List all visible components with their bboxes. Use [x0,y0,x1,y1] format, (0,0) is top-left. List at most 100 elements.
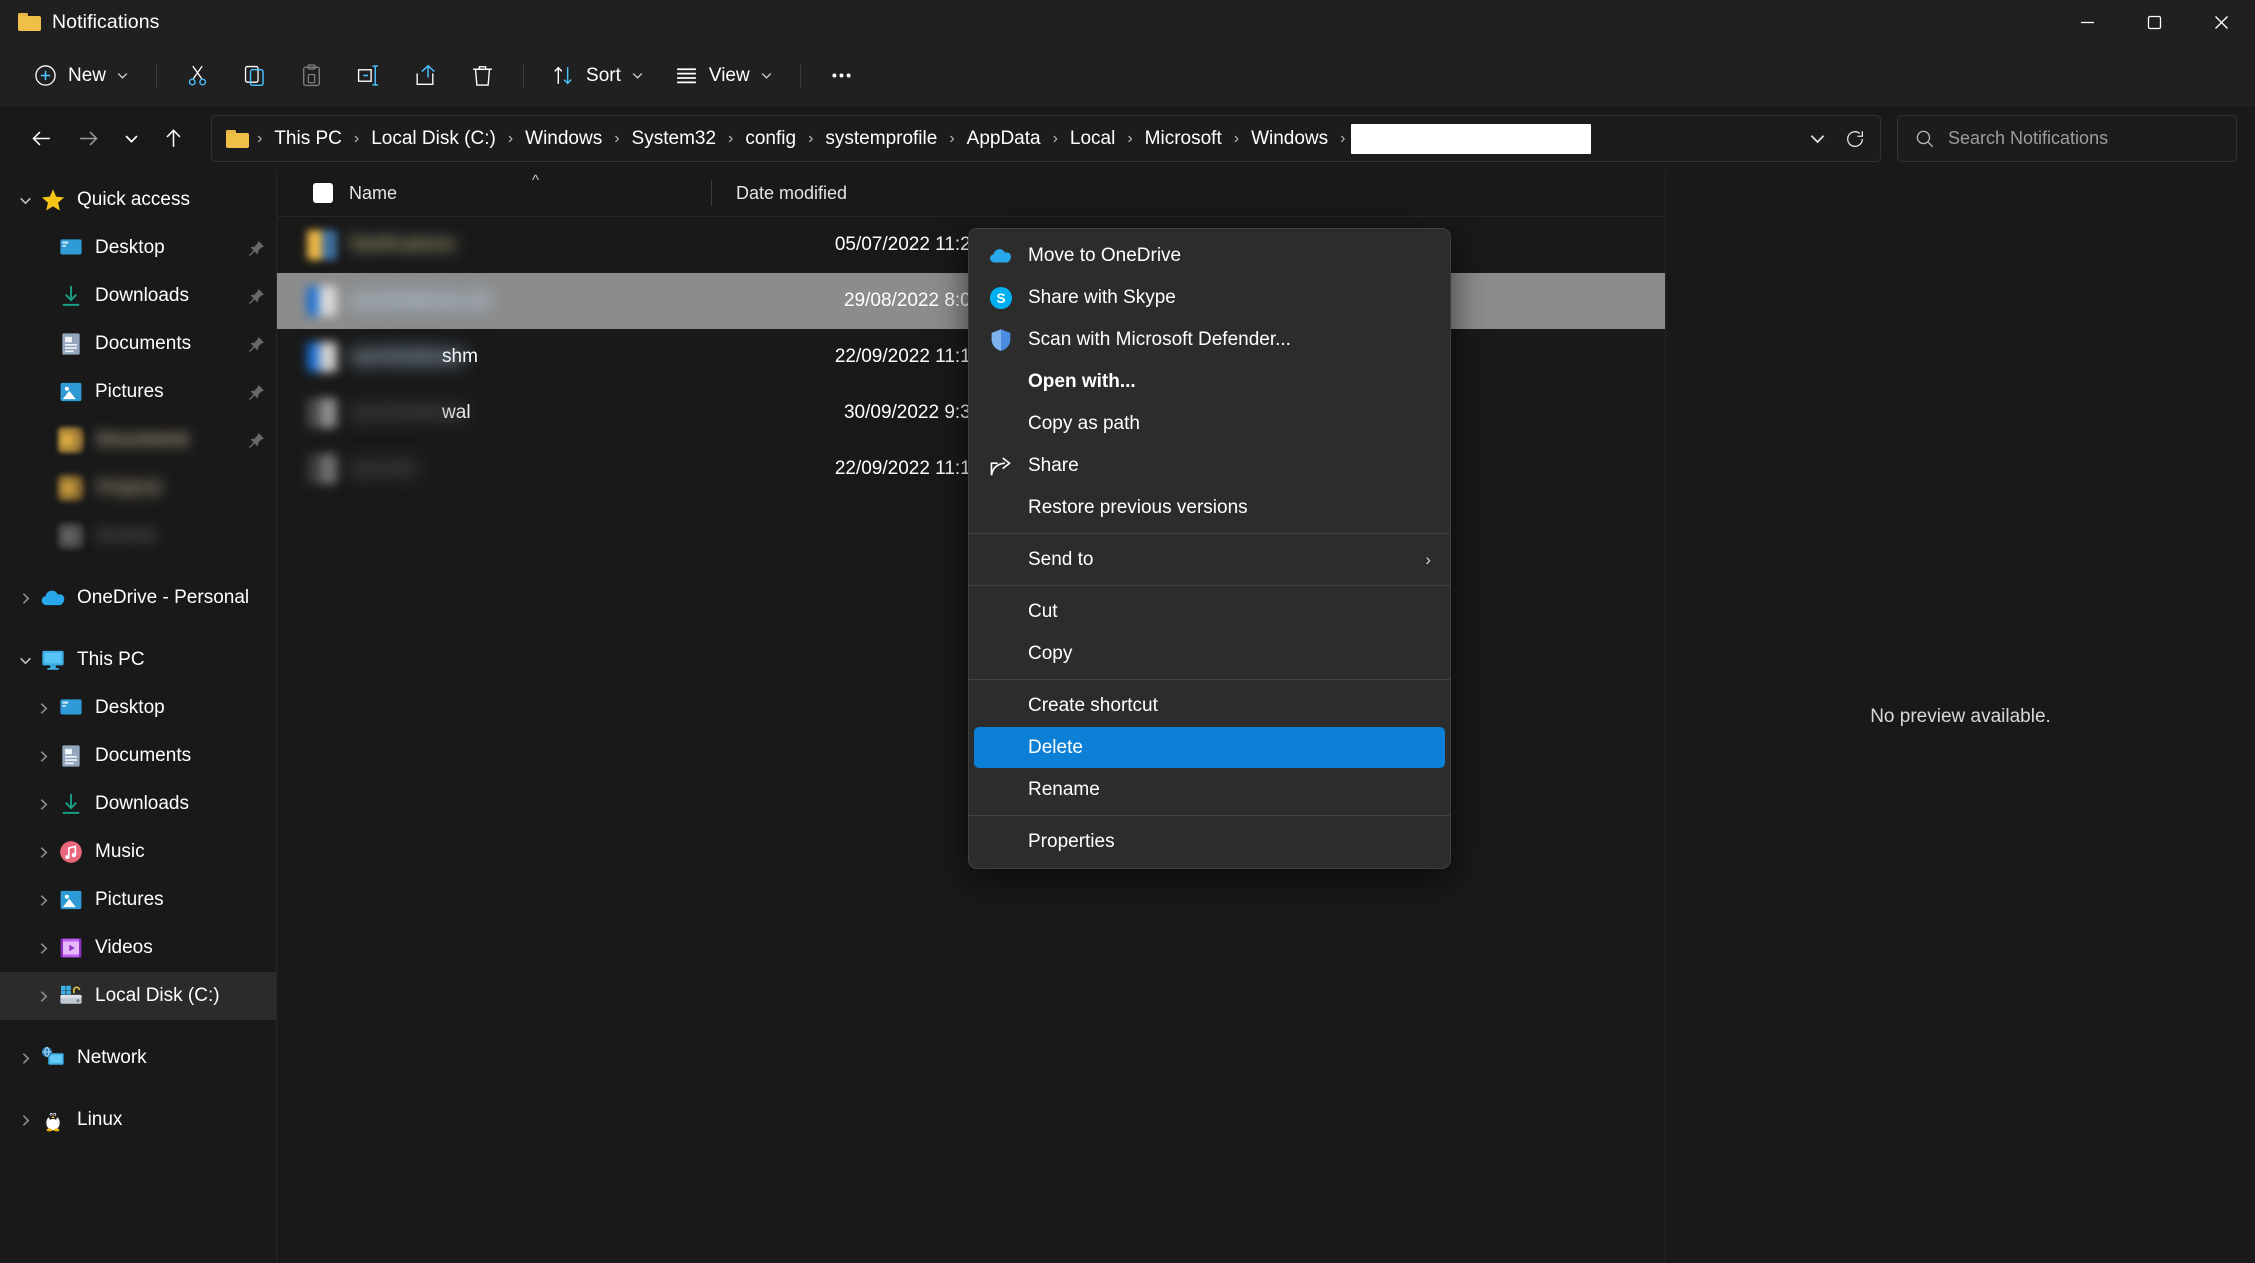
pin-icon[interactable] [247,383,266,402]
sidebar-item-quick-access[interactable]: Quick access [0,176,276,224]
context-menu-item-delete[interactable]: Delete [974,727,1445,768]
pin-icon[interactable] [247,335,266,354]
sidebar-label-documents: Documents [95,745,191,767]
context-menu-item-restore-previous-versions[interactable]: Restore previous versions [974,487,1445,528]
expander-placeholder [28,521,58,551]
breadcrumb-item-windows[interactable]: Windows [517,123,610,155]
sidebar-item-redacted-2[interactable]: Projects [0,464,276,512]
clipboard-icon [299,63,324,88]
sidebar-item-documents-qa[interactable]: Documents [0,320,276,368]
downloads-icon [58,791,84,817]
forward-button[interactable] [65,115,112,162]
view-icon [674,63,699,88]
close-button[interactable] [2188,0,2255,44]
delete-button[interactable] [454,52,511,99]
context-menu-item-share-with-skype[interactable]: S Share with Skype [974,277,1445,318]
up-button[interactable] [150,115,197,162]
column-headers: ^ Name Date modified [277,170,1665,217]
select-all-checkbox[interactable] [313,183,333,203]
minimize-button[interactable] [2054,0,2121,44]
search-input[interactable]: Search Notifications [1948,128,2108,149]
file-name-cell: wpndatabase.db [277,286,711,316]
rename-button[interactable] [340,52,397,99]
address-dropdown-button[interactable] [1798,120,1836,158]
chevron-right-icon[interactable] [10,583,40,613]
breadcrumb[interactable]: › This PC › Local Disk (C:) › Windows › … [211,115,1881,162]
sidebar-item-onedrive[interactable]: OneDrive - Personal [0,574,276,622]
sidebar-item-documents[interactable]: Documents [0,732,276,780]
sidebar-item-downloads[interactable]: Downloads [0,780,276,828]
breadcrumb-item-local[interactable]: Local [1062,123,1123,155]
sidebar-item-desktop[interactable]: Desktop [0,684,276,732]
context-menu-item-cut[interactable]: Cut [974,591,1445,632]
sidebar-item-redacted-3[interactable]: Archive [0,512,276,560]
network-icon [40,1045,66,1071]
sidebar-item-desktop-qa[interactable]: Desktop [0,224,276,272]
context-menu-item-share[interactable]: Share [974,445,1445,486]
context-menu-item-create-shortcut[interactable]: Create shortcut [974,685,1445,726]
breadcrumb-item-this-pc[interactable]: This PC [266,123,350,155]
context-menu-item-send-to[interactable]: Send to › [974,539,1445,580]
chevron-down-icon[interactable] [10,185,40,215]
copy-button[interactable] [226,52,283,99]
sort-button[interactable]: Sort [536,52,659,99]
context-menu-item-copy[interactable]: Copy [974,633,1445,674]
paste-button[interactable] [283,52,340,99]
chevron-right-icon[interactable] [10,1105,40,1135]
column-header-name[interactable]: Name [277,183,711,204]
pin-icon[interactable] [247,287,266,306]
sidebar-item-downloads-qa[interactable]: Downloads [0,272,276,320]
sidebar-item-redacted-1[interactable]: Documents [0,416,276,464]
breadcrumb-item-appdata[interactable]: AppData [959,123,1049,155]
share-button[interactable] [397,52,454,99]
submenu-chevron-icon: › [1425,550,1431,570]
breadcrumb-item-microsoft[interactable]: Microsoft [1137,123,1230,155]
refresh-button[interactable] [1836,120,1874,158]
expander-placeholder [28,281,58,311]
context-menu-item-move-to-onedrive[interactable]: Move to OneDrive [974,235,1445,276]
toolbar: New [0,44,2255,107]
sidebar-item-this-pc[interactable]: This PC [0,636,276,684]
chevron-right-icon[interactable] [28,933,58,963]
chevron-right-icon[interactable] [28,885,58,915]
breadcrumb-item-local-disk[interactable]: Local Disk (C:) [363,123,504,155]
breadcrumb-item-system32[interactable]: System32 [624,123,724,155]
maximize-button[interactable] [2121,0,2188,44]
chevron-right-icon[interactable] [28,693,58,723]
breadcrumb-item-systemprofile[interactable]: systemprofile [817,123,945,155]
sidebar-item-local-disk-c[interactable]: Local Disk (C:) [0,972,276,1020]
context-menu-item-rename[interactable]: Rename [974,769,1445,810]
chevron-right-icon[interactable] [28,981,58,1011]
sidebar-item-linux[interactable]: Linux [0,1096,276,1144]
breadcrumb-item-windows-2[interactable]: Windows [1243,123,1336,155]
chevron-down-icon[interactable] [10,645,40,675]
new-button[interactable]: New [18,52,144,99]
icon-placeholder [988,829,1014,855]
folder-icon [58,475,84,501]
sidebar-item-videos[interactable]: Videos [0,924,276,972]
chevron-right-icon[interactable] [28,837,58,867]
pin-icon[interactable] [247,239,266,258]
pin-icon[interactable] [247,431,266,450]
chevron-right-icon[interactable] [28,741,58,771]
chevron-right-icon[interactable] [28,789,58,819]
back-button[interactable] [18,115,65,162]
context-menu-item-copy-as-path[interactable]: Copy as path [974,403,1445,444]
column-header-date[interactable]: Date modified [712,183,1032,204]
recent-locations-button[interactable] [112,115,150,162]
context-menu-item-open-with[interactable]: Open with... [974,361,1445,402]
sidebar-item-pictures-qa[interactable]: Pictures [0,368,276,416]
view-button[interactable]: View [659,52,788,99]
sidebar-item-network[interactable]: Network [0,1034,276,1082]
context-menu-item-properties[interactable]: Properties [974,821,1445,862]
more-button[interactable] [813,52,870,99]
new-button-label: New [68,65,106,87]
desktop-icon [58,695,84,721]
breadcrumb-item-config[interactable]: config [737,123,804,155]
sidebar-item-pictures[interactable]: Pictures [0,876,276,924]
cut-button[interactable] [169,52,226,99]
context-menu-item-scan-with-defender[interactable]: Scan with Microsoft Defender... [974,319,1445,360]
chevron-right-icon[interactable] [10,1043,40,1073]
search-box[interactable]: Search Notifications [1897,115,2237,162]
sidebar-item-music[interactable]: Music [0,828,276,876]
